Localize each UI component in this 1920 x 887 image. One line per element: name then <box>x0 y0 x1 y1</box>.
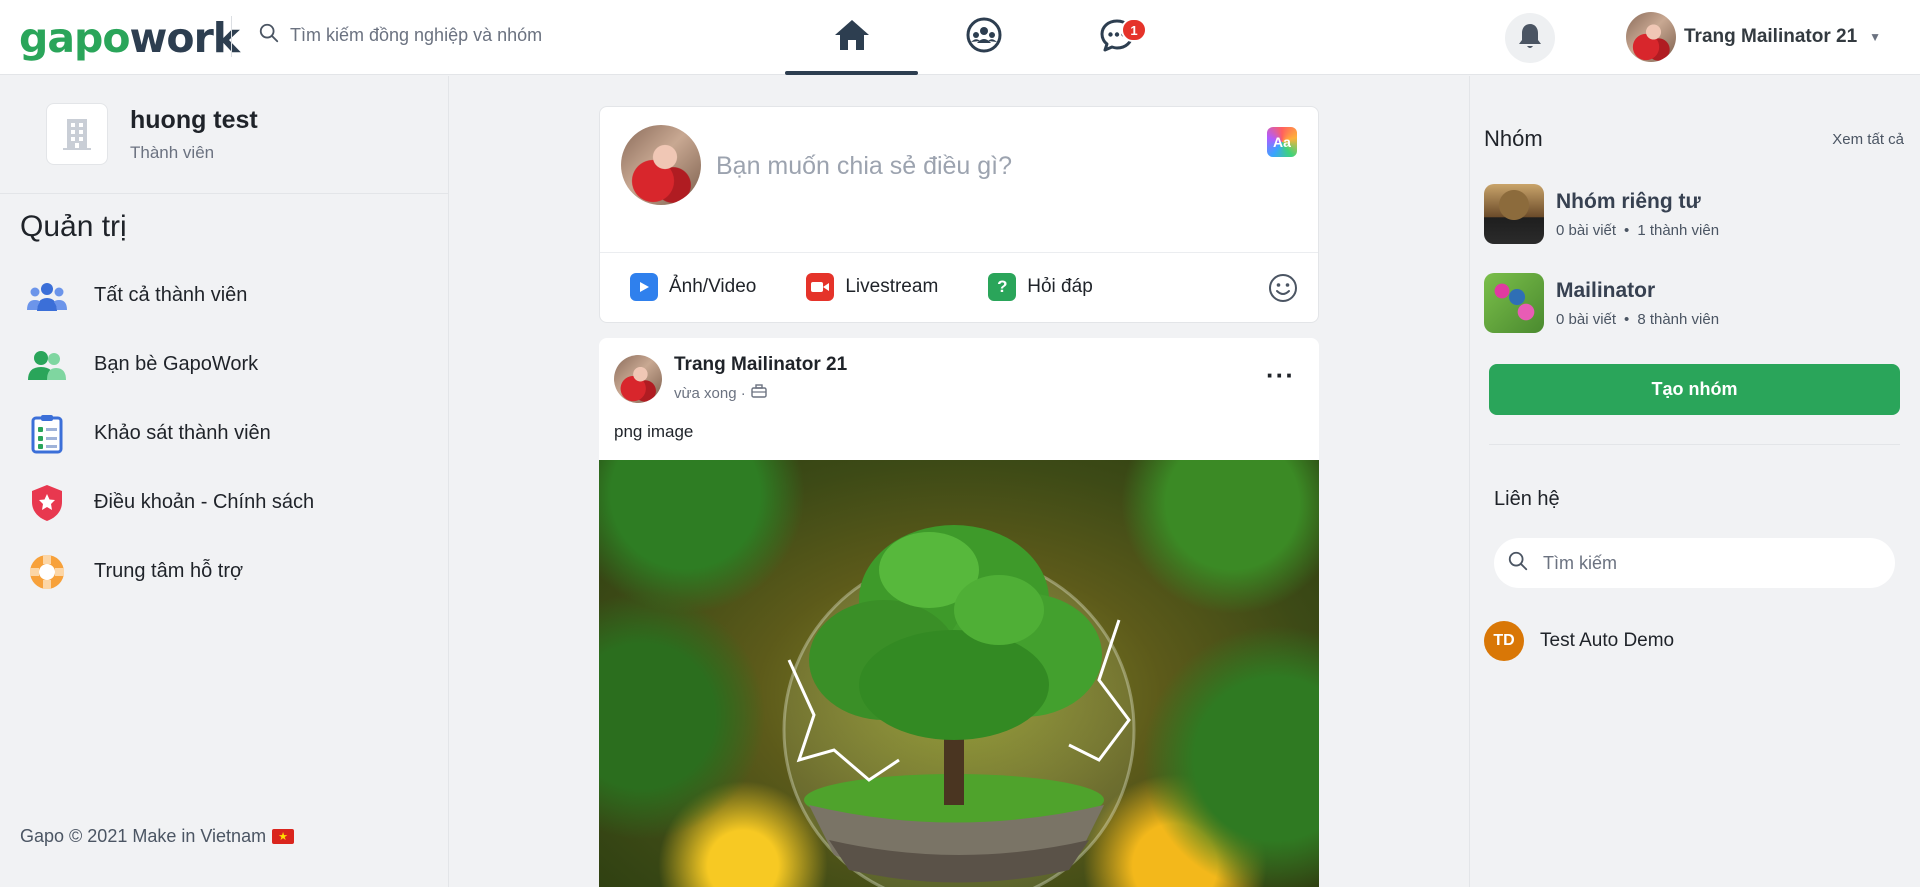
group-info: Nhóm riêng tư 0 bài viết • 1 thành viên <box>1556 190 1719 239</box>
composer-actions: Ảnh/Video Livestream ? Hỏi đáp <box>630 273 1093 301</box>
menu-item-label: Bạn bè GapoWork <box>94 353 259 375</box>
photo-video-button[interactable]: Ảnh/Video <box>630 273 756 301</box>
question-bubble-icon: ? <box>988 273 1017 301</box>
qa-label: Hỏi đáp <box>1027 276 1093 297</box>
photo-video-icon <box>630 273 658 301</box>
global-search[interactable] <box>258 22 650 49</box>
caret-down-icon: ▼ <box>1869 30 1882 44</box>
organization-name: huong test <box>130 105 258 134</box>
menu-item-label: Trung tâm hỗ trợ <box>94 560 244 582</box>
contacts-search-input[interactable] <box>1543 552 1863 574</box>
admin-section-title: Quản trị <box>20 210 127 243</box>
lifebuoy-icon <box>24 549 70 595</box>
photo-video-label: Ảnh/Video <box>669 276 757 297</box>
building-icon <box>46 103 108 165</box>
tab-home[interactable] <box>785 0 918 75</box>
group-thumbnail <box>1484 184 1544 244</box>
home-icon <box>833 18 871 57</box>
top-bar: gapowork 1 Trang Mailinator 21 ▼ <box>0 0 1920 75</box>
contact-item[interactable]: TD Test Auto Demo <box>1484 621 1674 661</box>
left-sidebar: huong test Thành viên Quản trị Tất cả th… <box>0 76 449 887</box>
menu-item-member-survey[interactable]: Khảo sát thành viên <box>24 399 314 468</box>
menu-item-label: Điều khoản - Chính sách <box>94 491 315 513</box>
people-group-icon <box>24 273 70 319</box>
bell-icon <box>1517 22 1543 55</box>
menu-item-gapowork-friends[interactable]: Bạn bè GapoWork <box>24 330 314 399</box>
footer-text: Gapo © 2021 Make in Vietnam <box>20 826 267 846</box>
tab-messages[interactable]: 1 <box>1050 0 1183 75</box>
livestream-button[interactable]: Livestream <box>806 273 938 301</box>
post-timestamp: vừa xong · <box>674 384 746 402</box>
qa-button[interactable]: ? Hỏi đáp <box>988 273 1093 301</box>
organization-info: huong test Thành viên <box>130 106 258 163</box>
menu-item-label: Tất cả thành viên <box>94 284 248 306</box>
post-text: png image <box>614 422 694 441</box>
post-meta: vừa xong · <box>674 384 767 402</box>
tree-globe-illustration <box>782 525 1136 887</box>
logo-divider <box>231 16 232 57</box>
menu-item-all-members[interactable]: Tất cả thành viên <box>24 261 314 330</box>
emoji-smile-icon[interactable] <box>1268 273 1298 308</box>
group-name: Nhóm riêng tư <box>1556 189 1701 213</box>
composer-input[interactable]: Bạn muốn chia sẻ điều gì? <box>716 152 1012 181</box>
post-more-options-button[interactable]: ··· <box>1266 360 1295 391</box>
livestream-camera-icon <box>806 273 835 301</box>
composer-avatar <box>621 125 701 205</box>
contact-avatar: TD <box>1484 621 1524 661</box>
search-icon <box>1507 550 1529 577</box>
right-sidebar: Nhóm Xem tất cả Nhóm riêng tư 0 bài viết… <box>1469 76 1920 887</box>
admin-menu: Tất cả thành viên Bạn bè GapoWork Khảo s… <box>24 261 314 606</box>
livestream-label: Livestream <box>845 276 939 297</box>
contact-name: Test Auto Demo <box>1540 630 1675 651</box>
tab-groups[interactable] <box>917 0 1050 75</box>
see-all-groups-link[interactable]: Xem tất cả <box>1832 131 1904 148</box>
group-thumbnail <box>1484 273 1544 333</box>
group-stats: 0 bài viết • 8 thành viên <box>1556 310 1720 328</box>
search-icon <box>258 22 280 49</box>
contacts-section-title: Liên hệ <box>1494 488 1560 510</box>
user-avatar <box>1626 12 1676 62</box>
global-search-input[interactable] <box>290 25 650 46</box>
vietnam-flag-icon: ★ <box>272 829 295 844</box>
user-name: Trang Mailinator 21 <box>1684 26 1858 47</box>
menu-item-label: Khảo sát thành viên <box>94 422 271 444</box>
groups-icon <box>965 16 1003 59</box>
feed-post: Trang Mailinator 21 vừa xong · ··· png i… <box>599 338 1319 887</box>
shield-star-icon <box>24 480 70 526</box>
post-image[interactable] <box>599 460 1319 887</box>
message-count-badge: 1 <box>1121 18 1147 42</box>
friends-icon <box>24 342 70 388</box>
group-info: Mailinator 0 bài viết • 8 thành viên <box>1556 279 1719 328</box>
post-composer: Bạn muốn chia sẻ điều gì? Aa Ảnh/Video L… <box>599 106 1319 323</box>
contacts-search[interactable] <box>1494 538 1895 588</box>
divider <box>0 193 449 194</box>
organization-role: Thành viên <box>130 142 215 162</box>
group-item[interactable]: Mailinator 0 bài viết • 8 thành viên <box>1484 273 1719 333</box>
menu-item-help-center[interactable]: Trung tâm hỗ trợ <box>24 537 314 606</box>
organization-card[interactable]: huong test Thành viên <box>46 103 258 165</box>
survey-clipboard-icon <box>24 411 70 457</box>
group-stats: 0 bài viết • 1 thành viên <box>1556 221 1720 239</box>
create-group-button[interactable]: Tạo nhóm <box>1489 364 1900 415</box>
menu-item-terms-policy[interactable]: Điều khoản - Chính sách <box>24 468 314 537</box>
group-item[interactable]: Nhóm riêng tư 0 bài viết • 1 thành viên <box>1484 184 1719 244</box>
user-menu[interactable]: Trang Mailinator 21 ▼ <box>1626 12 1881 62</box>
group-name: Mailinator <box>1556 278 1656 302</box>
footer: Gapo © 2021 Make in Vietnam ★ <box>20 826 295 847</box>
text-style-icon[interactable]: Aa <box>1267 127 1297 157</box>
divider <box>600 252 1318 253</box>
groups-section-title: Nhóm <box>1484 126 1543 151</box>
notifications-button[interactable] <box>1505 13 1555 63</box>
divider <box>1489 444 1900 445</box>
gapowork-logo[interactable]: gapowork <box>19 14 240 62</box>
post-author-avatar[interactable] <box>614 355 662 403</box>
workplace-visibility-icon <box>751 384 767 402</box>
post-author-name[interactable]: Trang Mailinator 21 <box>674 354 847 376</box>
